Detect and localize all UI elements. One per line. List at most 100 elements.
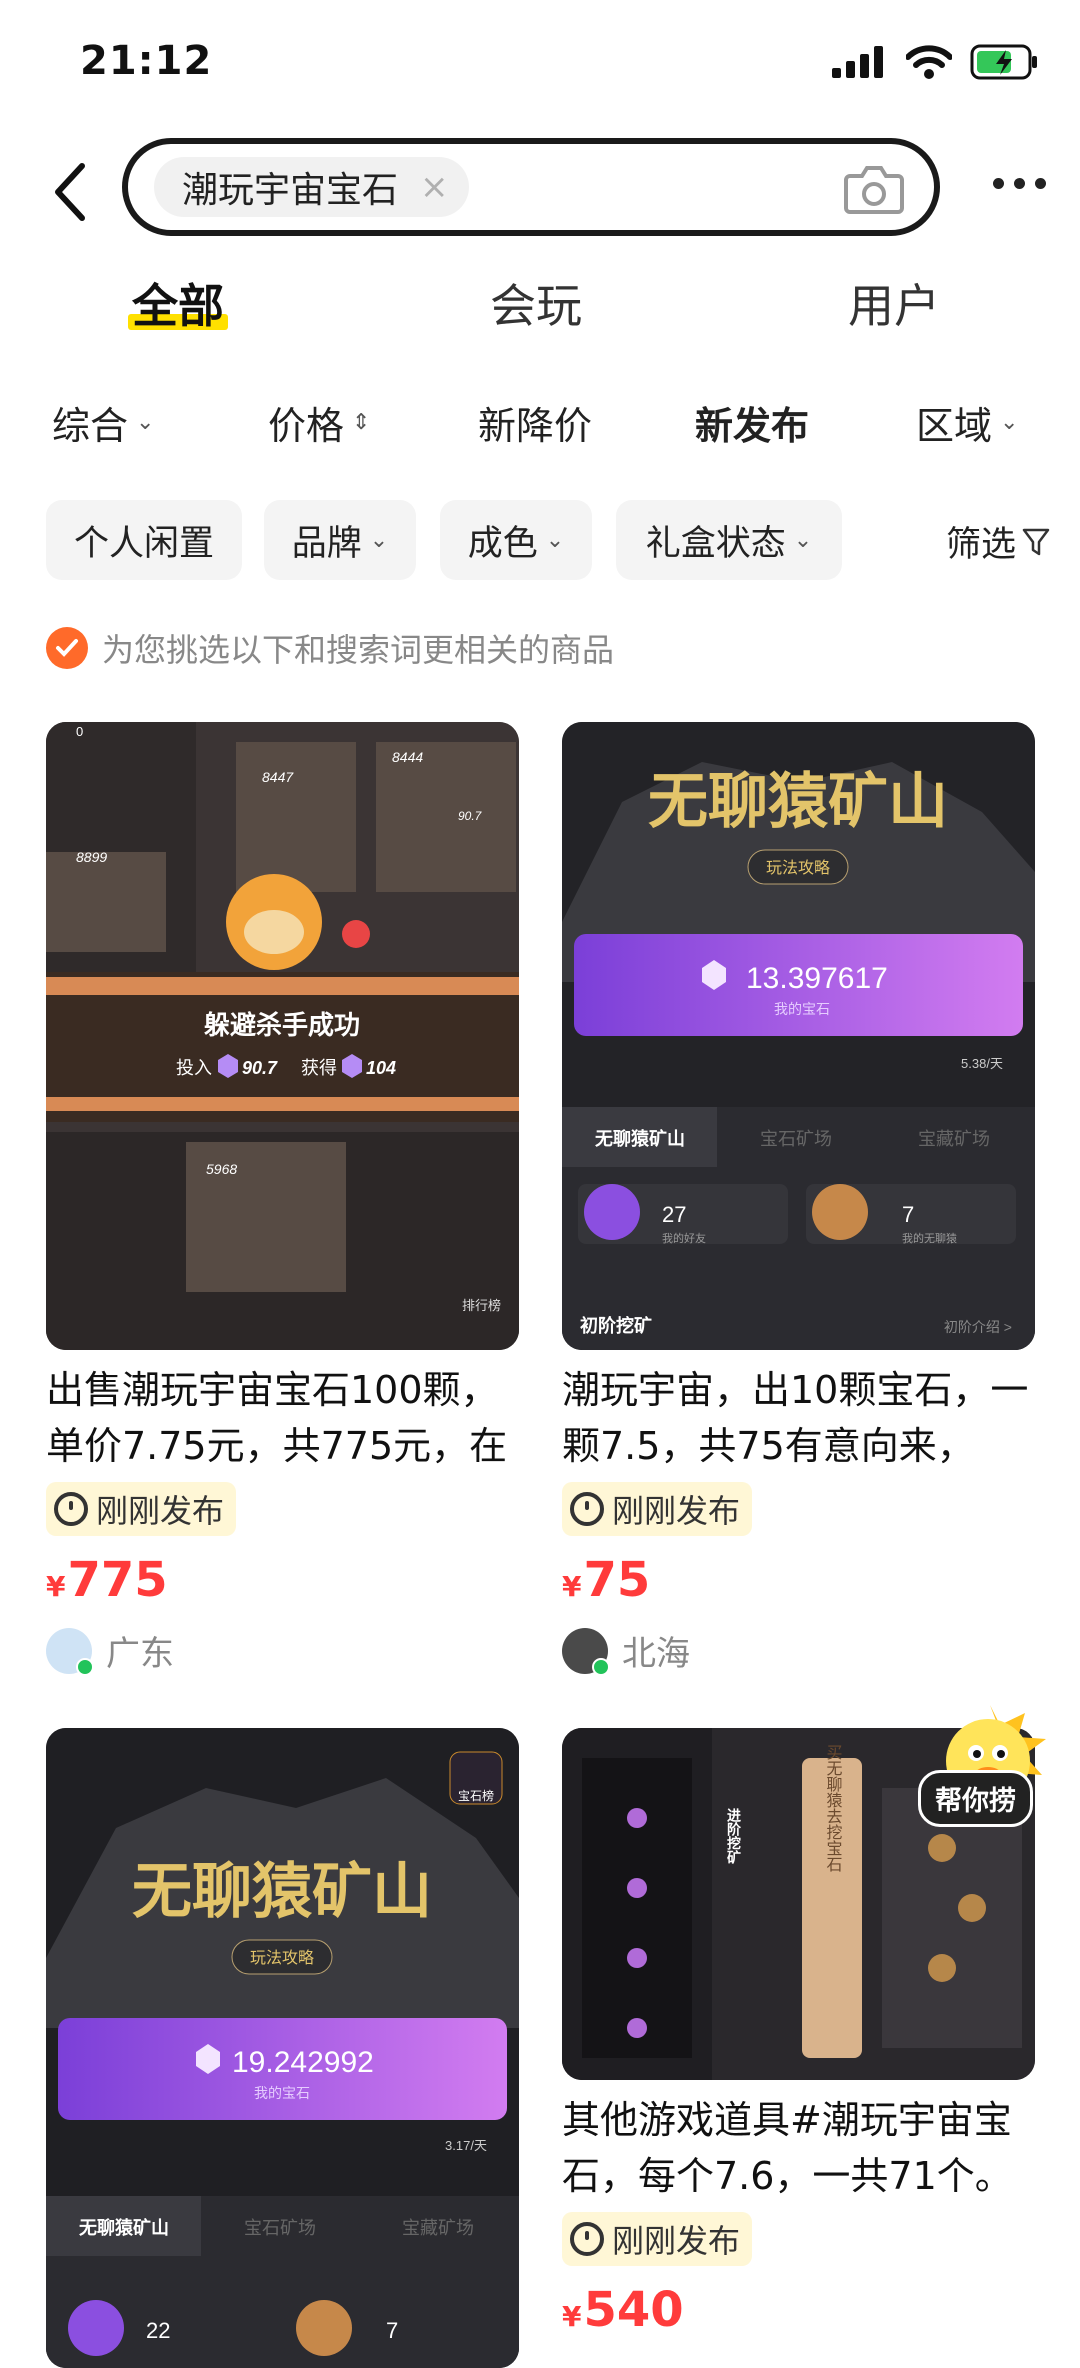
game-logo: 无聊猿矿山 bbox=[648, 767, 948, 837]
product-title[interactable]: 其他游戏道具#潮玩宇宙宝石，每个7.6，一共71个。 bbox=[562, 2092, 1035, 2204]
clear-query-icon[interactable]: × bbox=[420, 167, 449, 207]
product-title[interactable]: 出售潮玩宇宙宝石100颗，单价7.75元，共775元，在 bbox=[46, 1362, 519, 1474]
game-tab: 无聊猿矿山 bbox=[79, 2217, 169, 2238]
chevron-down-icon: ⌄ bbox=[136, 410, 155, 435]
relevance-hint: 为您挑选以下和搜索词更相关的商品 bbox=[46, 625, 614, 671]
map-number: 5968 bbox=[206, 1161, 237, 1177]
tab-all[interactable]: 全部 bbox=[128, 270, 228, 336]
gem-rate: 5.38/天 bbox=[961, 1056, 1003, 1071]
gem-count: 13.397617 bbox=[746, 962, 888, 995]
status-bar: 21:12 bbox=[0, 0, 1080, 130]
game-tab: 宝石矿场 bbox=[760, 1129, 832, 1149]
hint-text: 为您挑选以下和搜索词更相关的商品 bbox=[102, 631, 615, 669]
chevron-down-icon: ⌄ bbox=[545, 527, 565, 553]
publish-badge: 刚刚发布 bbox=[562, 2212, 753, 2266]
online-dot bbox=[592, 1657, 610, 1676]
product-image[interactable]: 躲避杀手成功 投入 90.7 获得 104 0 8447 8444 8899 9… bbox=[46, 722, 519, 1350]
tab-play[interactable]: 会玩 bbox=[490, 270, 582, 336]
game-logo: 无聊猿矿山 bbox=[132, 1857, 432, 1927]
product-card[interactable]: 躲避杀手成功 投入 90.7 获得 104 0 8447 8444 8899 9… bbox=[46, 722, 519, 1676]
check-icon bbox=[46, 627, 88, 669]
seller-location: 北海 bbox=[622, 1634, 690, 1674]
filter-condition[interactable]: 成色 ⌄ bbox=[440, 500, 592, 580]
currency-symbol: ¥ bbox=[46, 1570, 66, 1603]
publish-badge: 刚刚发布 bbox=[46, 1482, 237, 1536]
sort-label: 价格 bbox=[268, 404, 345, 448]
back-icon[interactable] bbox=[48, 160, 92, 224]
map-number: 0 bbox=[76, 724, 83, 739]
result-tabs: 全部 会玩 用户 bbox=[0, 270, 1080, 350]
sort-bar: 综合 ⌄ 价格 ⇕ 新降价 新发布 区域 ⌄ bbox=[0, 395, 1080, 455]
gem-label: 我的宝石 bbox=[254, 2085, 310, 2101]
search-row: 潮玩宇宙宝石 × bbox=[0, 138, 1080, 248]
tab-users[interactable]: 用户 bbox=[848, 270, 940, 336]
map-number: 8447 bbox=[262, 769, 294, 785]
seller-info[interactable]: 广东 bbox=[46, 1626, 519, 1676]
sort-updown-icon: ⇕ bbox=[352, 410, 371, 435]
sort-label: 区域 bbox=[916, 404, 993, 448]
badge-text: 刚刚发布 bbox=[612, 2222, 741, 2260]
guide-label: 玩法攻略 bbox=[250, 1949, 314, 1967]
search-query-text: 潮玩宇宙宝石 bbox=[182, 170, 399, 211]
sort-price[interactable]: 价格 ⇕ bbox=[268, 395, 370, 450]
clock-icon bbox=[54, 1492, 88, 1526]
filter-personal[interactable]: 个人闲置 bbox=[46, 500, 242, 580]
apes-label: 我的无聊猿 bbox=[902, 1231, 957, 1245]
badge-text: 刚刚发布 bbox=[612, 1492, 741, 1530]
tab-label: 全部 bbox=[132, 279, 224, 333]
filter-label: 礼盒状态 bbox=[645, 523, 786, 564]
product-card[interactable]: 无聊猿矿山 玩法攻略 13.397617 我的宝石 5.38/天 无聊猿矿山 宝… bbox=[562, 722, 1035, 1676]
banner-text: 躲避杀手成功 bbox=[204, 1010, 360, 1040]
invest-value: 90.7 bbox=[242, 1058, 278, 1078]
sort-newest[interactable]: 新发布 bbox=[695, 395, 809, 450]
game-tab: 宝藏矿场 bbox=[918, 1129, 990, 1149]
product-title[interactable]: 潮玩宇宙，出10颗宝石，一颗7.5，共75有意向来， bbox=[562, 1362, 1035, 1474]
map-number: 8444 bbox=[392, 749, 423, 765]
gem-count: 19.242992 bbox=[232, 2046, 374, 2079]
battery-icon bbox=[970, 44, 1037, 80]
sort-comprehensive[interactable]: 综合 ⌄ bbox=[52, 395, 154, 450]
avatar[interactable] bbox=[562, 1627, 610, 1676]
signal-icon bbox=[832, 46, 883, 78]
filter-gift-box[interactable]: 礼盒状态 ⌄ bbox=[616, 500, 842, 580]
search-query-chip[interactable]: 潮玩宇宙宝石 × bbox=[154, 157, 469, 217]
level-more: 初阶介绍 > bbox=[944, 1319, 1012, 1335]
filter-brand[interactable]: 品牌 ⌄ bbox=[264, 500, 416, 580]
sort-region[interactable]: 区域 ⌄ bbox=[916, 395, 1018, 450]
currency-symbol: ¥ bbox=[562, 2300, 582, 2333]
product-price: ¥75 bbox=[562, 1552, 1035, 1608]
product-image[interactable]: 无聊猿矿山 玩法攻略 宝石榜 19.242992 我的宝石 3.17/天 无聊猿… bbox=[46, 1728, 519, 2368]
camera-icon[interactable] bbox=[844, 160, 904, 218]
seller-location: 广东 bbox=[106, 1634, 174, 1674]
sort-price-drop[interactable]: 新降价 bbox=[478, 395, 592, 450]
product-image[interactable]: 无聊猿矿山 玩法攻略 13.397617 我的宝石 5.38/天 无聊猿矿山 宝… bbox=[562, 722, 1035, 1350]
price-value: 540 bbox=[583, 2282, 684, 2338]
guide-label: 玩法攻略 bbox=[766, 859, 830, 877]
online-dot bbox=[76, 1657, 94, 1676]
apes-count: 7 bbox=[902, 1202, 914, 1227]
chevron-down-icon: ⌄ bbox=[1000, 410, 1019, 435]
chevron-down-icon: ⌄ bbox=[793, 527, 813, 553]
publish-badge: 刚刚发布 bbox=[562, 1482, 753, 1536]
filter-label: 成色 bbox=[467, 523, 538, 564]
funnel-icon bbox=[1022, 528, 1050, 555]
avatar[interactable] bbox=[46, 1627, 94, 1676]
filter-row: 个人闲置 品牌 ⌄ 成色 ⌄ 礼盒状态 ⌄ 筛选 bbox=[0, 500, 1080, 582]
rank-label: 排行榜 bbox=[462, 1298, 501, 1313]
helper-label[interactable]: 帮你捞 bbox=[918, 1770, 1033, 1827]
map-number: 8899 bbox=[76, 849, 107, 865]
map-number: 90.7 bbox=[458, 809, 483, 823]
product-card[interactable]: 无聊猿矿山 玩法攻略 宝石榜 19.242992 我的宝石 3.17/天 无聊猿… bbox=[46, 1728, 519, 2368]
seller-info[interactable]: 北海 bbox=[562, 1626, 1035, 1676]
game-tab: 宝石矿场 bbox=[244, 2218, 316, 2238]
friends-count: 22 bbox=[146, 2318, 170, 2343]
level-label: 初阶挖矿 bbox=[580, 1315, 652, 1336]
search-box[interactable]: 潮玩宇宙宝石 × bbox=[122, 138, 940, 236]
filter-button[interactable]: 筛选 bbox=[946, 516, 1050, 567]
currency-symbol: ¥ bbox=[562, 1570, 582, 1603]
corner-badge: 宝石榜 bbox=[458, 1788, 494, 1803]
friends-label: 我的好友 bbox=[662, 1231, 706, 1245]
more-icon[interactable] bbox=[993, 178, 1046, 189]
image-label: 买无聊猿去挖宝石 bbox=[824, 1744, 843, 1872]
gain-label: 获得 bbox=[301, 1058, 337, 1078]
